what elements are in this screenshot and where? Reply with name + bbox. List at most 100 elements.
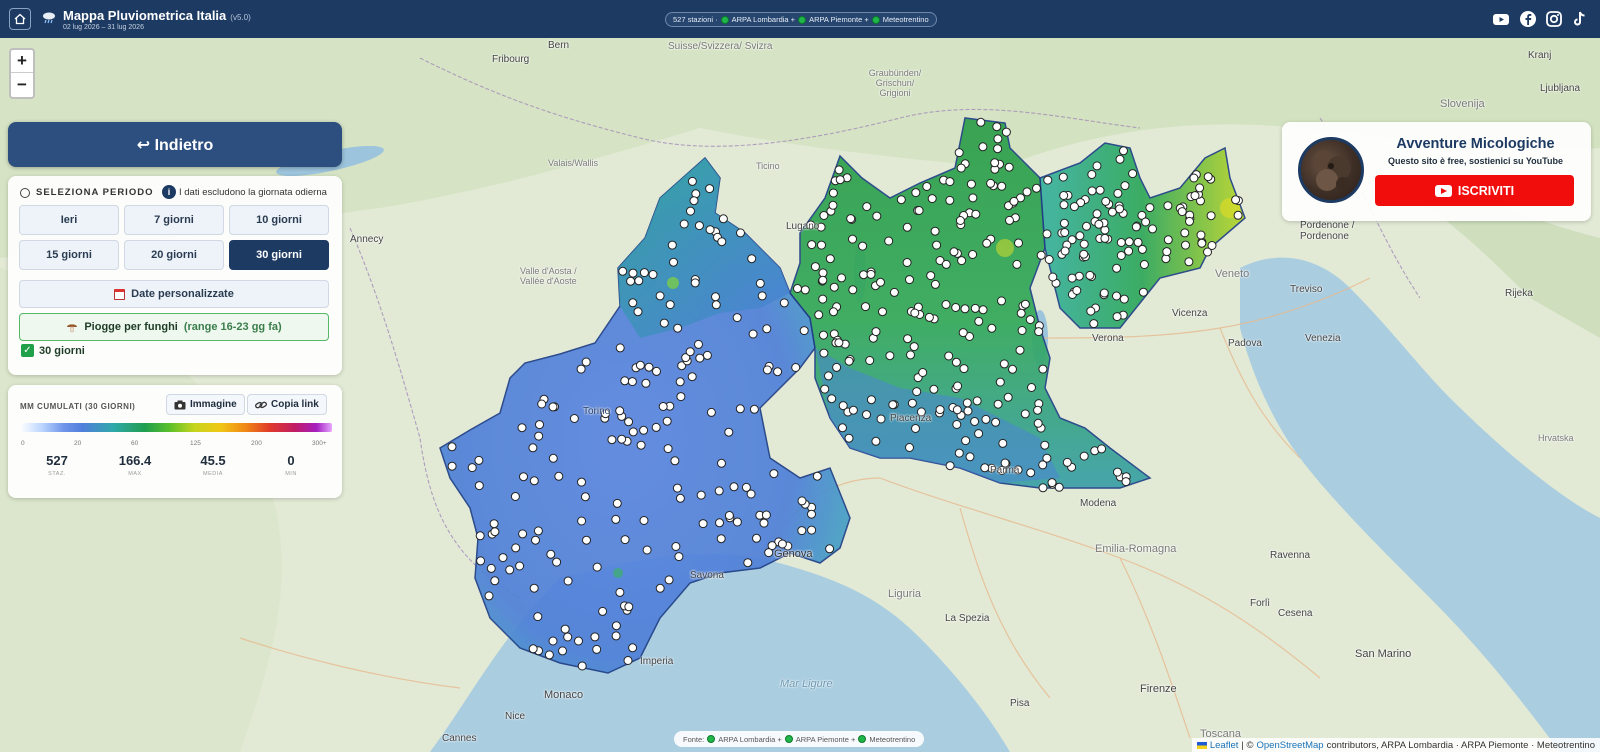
- station-marker[interactable]: [769, 469, 779, 479]
- station-marker[interactable]: [628, 643, 638, 653]
- station-marker[interactable]: [612, 498, 622, 508]
- station-marker[interactable]: [544, 650, 554, 660]
- station-marker[interactable]: [930, 279, 940, 289]
- period-button-30-giorni[interactable]: 30 giorni: [229, 240, 329, 270]
- station-marker[interactable]: [773, 367, 783, 377]
- station-marker[interactable]: [752, 533, 761, 543]
- station-marker[interactable]: [1089, 319, 1099, 329]
- station-marker[interactable]: [652, 366, 661, 376]
- station-marker[interactable]: [911, 424, 920, 433]
- station-marker[interactable]: [702, 350, 712, 360]
- station-marker[interactable]: [447, 461, 457, 471]
- station-marker[interactable]: [910, 308, 920, 318]
- station-marker[interactable]: [953, 381, 963, 391]
- tiktok-icon[interactable]: [1573, 10, 1587, 28]
- station-marker[interactable]: [814, 310, 824, 320]
- station-marker[interactable]: [1005, 215, 1014, 225]
- station-marker[interactable]: [674, 552, 684, 562]
- station-marker[interactable]: [807, 509, 816, 519]
- station-marker[interactable]: [519, 472, 528, 482]
- station-marker[interactable]: [825, 544, 835, 554]
- station-marker[interactable]: [618, 266, 628, 276]
- station-marker[interactable]: [546, 549, 556, 559]
- station-marker[interactable]: [1116, 238, 1126, 247]
- station-marker[interactable]: [981, 414, 991, 424]
- station-marker[interactable]: [1014, 238, 1023, 248]
- station-marker[interactable]: [818, 268, 828, 278]
- station-marker[interactable]: [974, 316, 984, 326]
- station-marker[interactable]: [762, 324, 772, 334]
- station-marker[interactable]: [807, 525, 817, 535]
- station-marker[interactable]: [590, 632, 600, 642]
- fungi-rain-button[interactable]: Piogge per funghi (range 16-23 gg fa): [19, 313, 329, 341]
- station-marker[interactable]: [490, 576, 500, 586]
- station-marker[interactable]: [673, 323, 683, 333]
- station-marker[interactable]: [675, 377, 685, 387]
- station-marker[interactable]: [634, 276, 644, 286]
- station-marker[interactable]: [664, 575, 674, 585]
- station-marker[interactable]: [607, 435, 617, 445]
- station-marker[interactable]: [757, 291, 767, 301]
- station-marker[interactable]: [558, 646, 567, 656]
- custom-dates-button[interactable]: Date personalizzate: [19, 280, 329, 308]
- station-marker[interactable]: [955, 216, 965, 225]
- station-marker[interactable]: [858, 241, 868, 251]
- station-marker[interactable]: [960, 304, 970, 314]
- station-marker[interactable]: [828, 200, 838, 210]
- station-marker[interactable]: [627, 377, 637, 387]
- station-marker[interactable]: [958, 328, 968, 338]
- station-marker[interactable]: [592, 644, 602, 654]
- station-marker[interactable]: [951, 357, 961, 367]
- youtube-icon[interactable]: [1492, 10, 1510, 28]
- station-marker[interactable]: [665, 300, 675, 310]
- station-marker[interactable]: [528, 644, 538, 654]
- station-marker[interactable]: [1206, 211, 1216, 221]
- station-marker[interactable]: [834, 165, 844, 175]
- station-marker[interactable]: [447, 442, 457, 452]
- station-marker[interactable]: [941, 300, 951, 309]
- station-marker[interactable]: [1233, 210, 1243, 220]
- station-marker[interactable]: [1033, 418, 1043, 428]
- station-marker[interactable]: [1231, 195, 1241, 205]
- station-marker[interactable]: [1033, 405, 1043, 415]
- subscribe-button[interactable]: ISCRIVITI: [1375, 175, 1574, 206]
- station-marker[interactable]: [1139, 260, 1149, 269]
- station-marker[interactable]: [1032, 183, 1041, 193]
- station-marker[interactable]: [1067, 273, 1077, 283]
- station-marker[interactable]: [1163, 235, 1173, 245]
- station-marker[interactable]: [533, 526, 543, 536]
- period-button-7-giorni[interactable]: 7 giorni: [124, 205, 224, 235]
- station-marker[interactable]: [995, 377, 1005, 387]
- station-marker[interactable]: [748, 329, 758, 339]
- station-marker[interactable]: [935, 405, 945, 415]
- station-marker[interactable]: [819, 348, 829, 358]
- station-marker[interactable]: [1162, 247, 1172, 257]
- station-marker[interactable]: [615, 406, 625, 416]
- station-marker[interactable]: [902, 258, 912, 267]
- station-marker[interactable]: [970, 303, 980, 313]
- info-icon[interactable]: i: [162, 185, 176, 199]
- station-marker[interactable]: [956, 163, 966, 173]
- station-marker[interactable]: [611, 621, 621, 631]
- station-marker[interactable]: [824, 371, 833, 381]
- station-marker[interactable]: [729, 482, 739, 492]
- station-marker[interactable]: [476, 556, 486, 566]
- station-marker[interactable]: [997, 296, 1006, 306]
- station-marker[interactable]: [982, 238, 992, 248]
- station-marker[interactable]: [659, 318, 669, 328]
- station-marker[interactable]: [1079, 249, 1089, 259]
- station-marker[interactable]: [884, 236, 894, 246]
- station-marker[interactable]: [885, 351, 895, 361]
- station-marker[interactable]: [1128, 169, 1138, 179]
- station-marker[interactable]: [642, 545, 652, 555]
- station-marker[interactable]: [648, 270, 658, 279]
- station-marker[interactable]: [871, 327, 881, 337]
- station-marker[interactable]: [987, 323, 997, 333]
- station-marker[interactable]: [1101, 196, 1111, 206]
- station-marker[interactable]: [1059, 200, 1069, 210]
- station-marker[interactable]: [675, 493, 685, 503]
- station-marker[interactable]: [832, 362, 842, 372]
- station-marker[interactable]: [1060, 246, 1070, 256]
- back-button[interactable]: ↩ Indietro: [8, 122, 342, 167]
- station-marker[interactable]: [888, 400, 898, 410]
